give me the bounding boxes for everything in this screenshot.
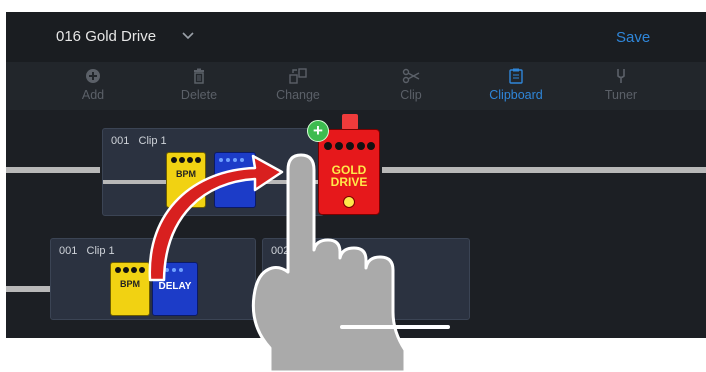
- toolbar-tuner[interactable]: Tuner: [586, 68, 656, 102]
- bpm-pedal[interactable]: BPM: [110, 262, 150, 316]
- toolbar-tuner-label: Tuner: [604, 88, 638, 102]
- pedal-led: [343, 196, 355, 208]
- toolbar-clip[interactable]: Clip: [376, 68, 446, 102]
- clip-label: 002: [271, 245, 290, 257]
- selection-marker: [342, 114, 358, 130]
- scissors-icon: [402, 68, 420, 84]
- signal-rail-top-right: [382, 167, 706, 173]
- gold-drive-pedal[interactable]: GOLD DRIVE: [318, 129, 380, 215]
- change-icon: [289, 68, 307, 84]
- patch-name[interactable]: 016 Gold Drive: [56, 28, 156, 45]
- delay-pedal-label: DELAY: [158, 281, 192, 292]
- home-indicator: [340, 325, 450, 329]
- tuner-fork-icon: [617, 69, 625, 83]
- delay-pedal[interactable]: DELAY: [152, 262, 198, 316]
- chevron-down-icon[interactable]: [182, 31, 194, 41]
- toolbar-add-label: Add: [81, 88, 105, 102]
- header-bar: 016 Gold Drive Save: [6, 12, 706, 62]
- toolbar-clip-label: Clip: [400, 88, 422, 102]
- gold-drive-label: GOLD DRIVE: [330, 163, 368, 189]
- toolbar-change[interactable]: Change: [263, 68, 333, 102]
- toolbar-delete[interactable]: Delete: [164, 68, 234, 102]
- toolbar-change-label: Change: [276, 88, 320, 102]
- toolbar: Add Delete Change Clip Clipboard Tuner: [6, 62, 706, 110]
- delay-pedal[interactable]: DELAY: [214, 152, 256, 208]
- bpm-pedal-label: BPM: [120, 279, 140, 289]
- clip-label: 001 Clip 1: [59, 245, 115, 257]
- bpm-pedal[interactable]: BPM: [166, 152, 206, 208]
- save-button[interactable]: Save: [616, 29, 650, 46]
- clipboard-clip[interactable]: 001 Clip 1: [102, 128, 324, 216]
- toolbar-delete-label: Delete: [180, 88, 218, 102]
- trash-icon: [194, 68, 204, 84]
- delay-pedal-label: DELAY: [220, 171, 250, 181]
- bpm-pedal-label: BPM: [176, 169, 196, 179]
- add-badge-icon: +: [307, 120, 329, 142]
- signal-rail-top-left: [6, 167, 100, 173]
- clip-label: 001 Clip 1: [111, 135, 167, 147]
- add-icon: [86, 69, 100, 83]
- toolbar-clipboard[interactable]: Clipboard: [481, 68, 551, 102]
- toolbar-clipboard-label: Clipboard: [489, 88, 543, 102]
- chain-clip-2[interactable]: 002: [262, 238, 470, 320]
- clipboard-icon: [509, 68, 523, 84]
- toolbar-add[interactable]: Add: [58, 68, 128, 102]
- clip-rail: [103, 180, 321, 184]
